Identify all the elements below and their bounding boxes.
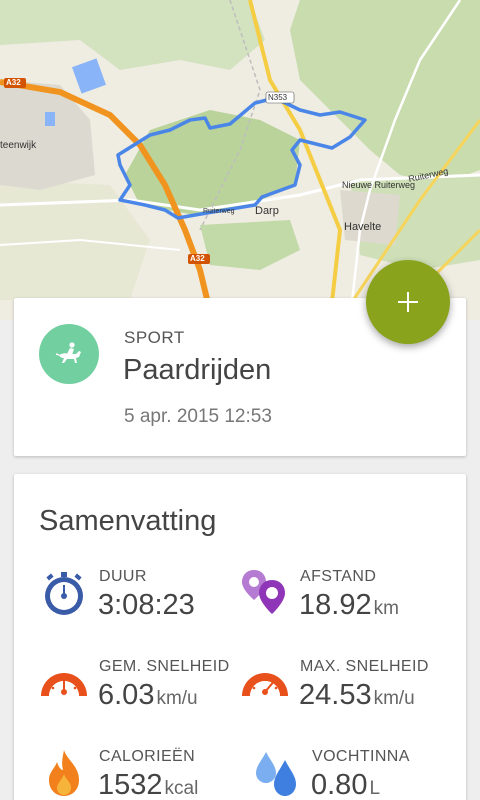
stat-duration-value: 3:08:23 xyxy=(98,589,195,621)
map-label-a32-top: A32 xyxy=(6,78,21,87)
stat-max-speed-label: MAX. SNELHEID xyxy=(300,658,429,675)
stat-hydration: VOCHTINNA 0.80 L xyxy=(252,748,462,800)
stat-distance-value: 18.92 km xyxy=(299,589,399,621)
sport-name: Paardrijden xyxy=(123,354,272,386)
horse-riding-icon xyxy=(39,324,99,384)
stat-hydration-label: VOCHTINNA xyxy=(312,748,410,765)
stat-avg-speed-value: 6.03 km/u xyxy=(98,679,198,711)
map-label-ruiterweg-left: Ruiterweg xyxy=(203,208,235,215)
activity-datetime: 5 apr. 2015 12:53 xyxy=(124,406,272,427)
stat-duration-label: DUUR xyxy=(99,568,147,585)
add-button[interactable] xyxy=(366,260,450,344)
stat-hydration-value: 0.80 L xyxy=(311,769,381,800)
stat-duration: DUUR 3:08:23 xyxy=(39,568,249,638)
sport-label: SPORT xyxy=(124,328,185,347)
plus-icon xyxy=(398,292,418,312)
stat-distance-label: AFSTAND xyxy=(300,568,377,585)
stat-max-speed-value: 24.53 km/u xyxy=(299,679,415,711)
stat-calories: CALORIEËN 1532 kcal xyxy=(39,748,249,800)
map-label-darp: Darp xyxy=(255,205,279,217)
map-label-n353: N353 xyxy=(268,93,288,102)
map-label-city: teenwijk xyxy=(0,140,37,151)
water-drops-icon xyxy=(256,752,296,796)
map-label-nieuwe-ruiterweg: Nieuwe Ruiterweg xyxy=(342,180,416,190)
flame-icon xyxy=(49,750,79,796)
stopwatch-icon xyxy=(45,572,83,615)
avg-speedometer-icon xyxy=(41,673,87,696)
stat-avg-speed: GEM. SNELHEID 6.03 km/u xyxy=(39,658,249,728)
distance-pins-icon xyxy=(242,570,285,614)
summary-card: Samenvatting DUUR 3:08:23 AFSTAND 18.92 k… xyxy=(14,474,466,800)
stat-calories-value: 1532 kcal xyxy=(98,769,199,800)
stat-avg-speed-label: GEM. SNELHEID xyxy=(99,658,230,675)
map-label-havelte: Havelte xyxy=(344,221,382,233)
map-label-a32-bottom: A32 xyxy=(190,254,205,263)
stat-calories-label: CALORIEËN xyxy=(99,748,196,765)
summary-title: Samenvatting xyxy=(39,505,217,537)
stat-distance: AFSTAND 18.92 km xyxy=(240,568,450,638)
stat-max-speed: MAX. SNELHEID 24.53 km/u xyxy=(240,658,450,728)
max-speedometer-icon xyxy=(242,673,288,696)
